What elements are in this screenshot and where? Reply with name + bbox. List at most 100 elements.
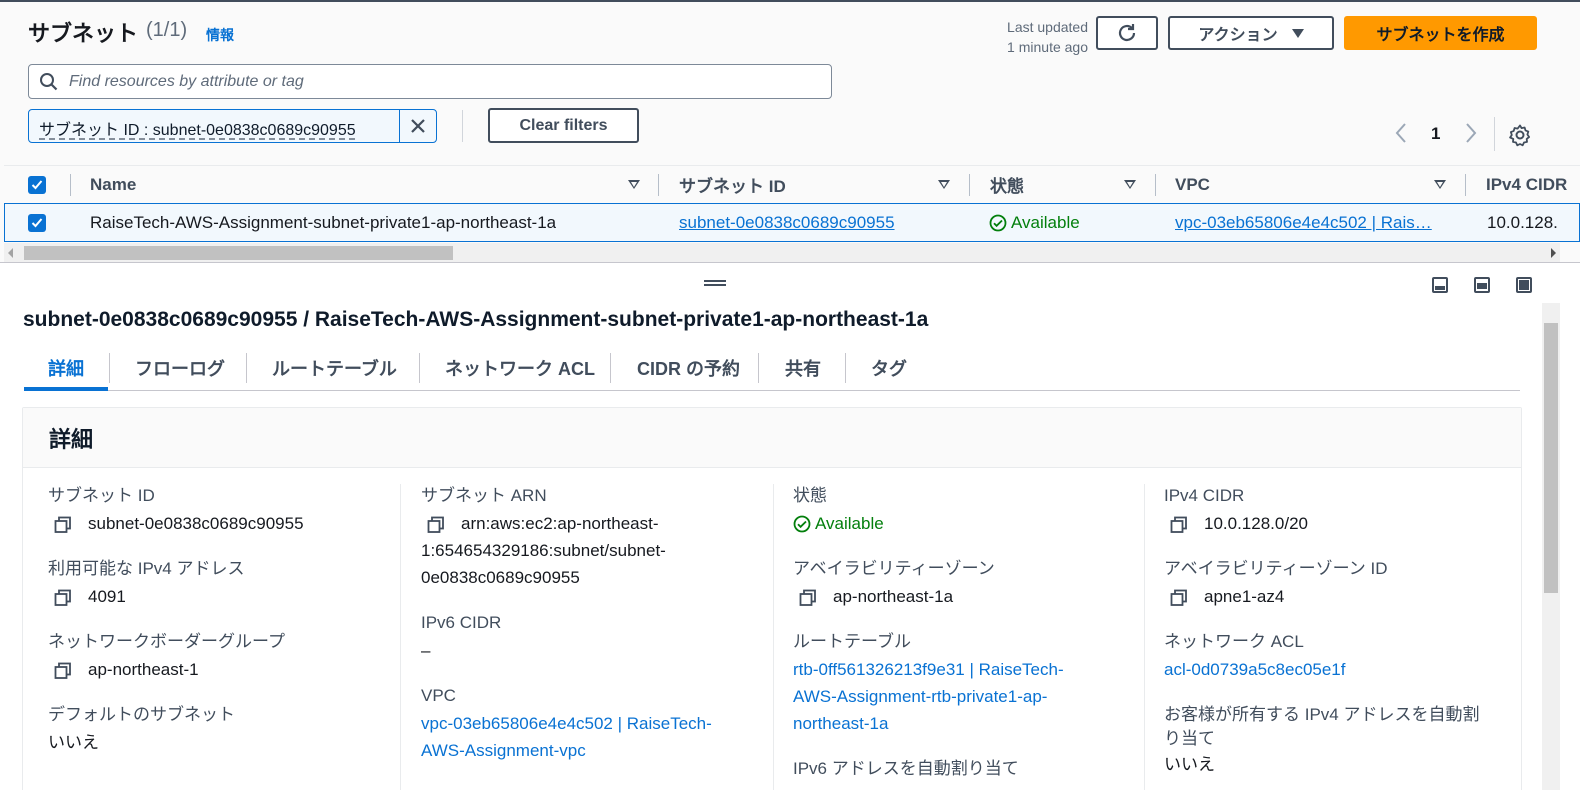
filter-token[interactable]: サブネット ID : subnet-0e0838c0689c90955 (28, 109, 437, 143)
create-subnet-button[interactable]: サブネットを作成 (1344, 16, 1537, 50)
table-header: Name サブネット ID 状態 VPC IPv4 CIDR (4, 165, 1580, 203)
divider (400, 484, 401, 790)
scrollbar-thumb[interactable] (1544, 323, 1558, 593)
row-checkbox[interactable] (28, 204, 46, 241)
ipv4-cidr-label: IPv4 CIDR (1164, 486, 1245, 505)
network-acl-label: ネットワーク ACL (1164, 632, 1304, 651)
subnet-arn-line-3: 0e0838c0689c90955 (421, 568, 580, 587)
remove-filter-button[interactable] (399, 110, 436, 142)
layout-full-icon[interactable] (1516, 277, 1532, 293)
tab-cidr-reservations[interactable]: CIDR の予約 (637, 345, 740, 391)
route-table-link-line-3[interactable]: northeast-1a (793, 710, 1143, 737)
scroll-right-icon[interactable] (1551, 248, 1556, 258)
route-table-link[interactable]: rtb-0ff561326213f9e31 | RaiseTech- (793, 656, 1143, 683)
availability-zone-id-text: apne1-az4 (1204, 587, 1285, 606)
divider (773, 484, 774, 790)
row-ipv4-cidr: 10.0.128. (1487, 212, 1558, 232)
actions-dropdown[interactable]: アクション (1168, 16, 1334, 50)
copy-icon[interactable] (54, 589, 72, 607)
vpc-link[interactable]: vpc-03eb65806e4e4c502 | RaiseTech- (421, 710, 771, 737)
horizontal-scrollbar[interactable] (4, 243, 1560, 262)
scrollbar-thumb[interactable] (24, 246, 453, 260)
subnet-id-value: subnet-0e0838c0689c90955 (48, 510, 398, 537)
column-header-state[interactable]: 状態 (990, 166, 1024, 203)
resize-handle[interactable] (704, 280, 726, 286)
layout-bottom-icon[interactable] (1432, 277, 1448, 293)
tab-details[interactable]: 詳細 (24, 345, 108, 391)
chevron-right-icon[interactable] (1464, 122, 1478, 149)
sort-icon[interactable] (1434, 180, 1446, 189)
availability-zone-id-label: アベイラビリティーゾーン ID (1164, 559, 1388, 578)
owned-ipv4-auto-assign-label: お客様が所有する IPv4 アドレスを自動割 (1164, 705, 1480, 724)
column-header-name[interactable]: Name (90, 166, 136, 203)
ipv4-cidr-text: 10.0.128.0/20 (1204, 514, 1308, 533)
last-updated: Last updated 1 minute ago (1007, 17, 1088, 57)
info-link[interactable]: 情報 (206, 25, 234, 45)
sort-icon[interactable] (1124, 180, 1136, 189)
copy-icon[interactable] (54, 662, 72, 680)
search-placeholder: Find resources by attribute or tag (69, 73, 304, 90)
actions-label: アクション (1198, 27, 1278, 44)
vpc-link-line-2[interactable]: AWS-Assignment-vpc (421, 737, 771, 764)
ipv6-cidr-value: – (421, 641, 431, 660)
divider (1144, 484, 1145, 790)
tab-sharing[interactable]: 共有 (785, 345, 821, 391)
sort-icon[interactable] (628, 180, 640, 189)
tab-tags[interactable]: タグ (871, 345, 907, 391)
details-column-4: IPv4 CIDR 10.0.128.0/20 アベイラビリティーゾーン ID … (1164, 484, 1514, 790)
column-header-subnet-id[interactable]: サブネット ID (679, 166, 786, 203)
copy-icon[interactable] (54, 516, 72, 534)
copy-icon[interactable] (1170, 589, 1188, 607)
available-ipv4-value: 4091 (48, 583, 398, 610)
chevron-left-icon[interactable] (1394, 122, 1408, 149)
divider (462, 110, 463, 142)
select-all-checkbox[interactable] (28, 166, 46, 203)
tab-network-acl[interactable]: ネットワーク ACL (445, 345, 595, 391)
scroll-left-icon[interactable] (8, 248, 13, 258)
tab-flow-logs[interactable]: フローログ (135, 345, 225, 391)
copy-icon[interactable] (427, 516, 445, 534)
subnet-arn-line-2: 1:654654329186:subnet/subnet- (421, 541, 666, 560)
table-row[interactable]: RaiseTech-AWS-Assignment-subnet-private1… (4, 203, 1580, 242)
row-subnet-id-link[interactable]: subnet-0e0838c0689c90955 (679, 204, 895, 241)
subnet-arn-value: arn:aws:ec2:ap-northeast- (421, 510, 771, 537)
state-text: Available (815, 514, 884, 533)
subnet-arn-label: サブネット ARN (421, 486, 547, 505)
available-ipv4-text: 4091 (88, 587, 126, 606)
network-acl-link[interactable]: acl-0d0739a5c8ec05e1f (1164, 656, 1514, 683)
subnets-list-panel: サブネット (1/1) 情報 Last updated 1 minute ago… (0, 0, 1580, 262)
details-card: 詳細 サブネット ID subnet-0e0838c0689c90955 利用可… (22, 407, 1522, 790)
sort-icon[interactable] (938, 180, 950, 189)
route-table-link-line-2[interactable]: AWS-Assignment-rtb-private1-ap- (793, 683, 1143, 710)
caret-down-icon (1291, 28, 1304, 38)
copy-icon[interactable] (799, 589, 817, 607)
subnet-detail-panel: subnet-0e0838c0689c90955 / RaiseTech-AWS… (0, 262, 1580, 790)
divider (1465, 174, 1466, 196)
vpc-label: VPC (421, 686, 456, 705)
ipv6-cidr-label: IPv6 CIDR (421, 613, 502, 632)
clear-filters-button[interactable]: Clear filters (488, 108, 639, 143)
column-header-ipv4-cidr[interactable]: IPv4 CIDR (1486, 166, 1580, 203)
gear-icon[interactable] (1508, 123, 1532, 147)
available-ipv4-label: 利用可能な IPv4 アドレス (48, 559, 245, 578)
vertical-scrollbar[interactable] (1542, 303, 1560, 790)
availability-zone-id-value: apne1-az4 (1164, 583, 1514, 610)
refresh-button[interactable] (1096, 16, 1158, 50)
filter-token-label[interactable]: サブネット ID : subnet-0e0838c0689c90955 (39, 116, 356, 140)
state-label: 状態 (793, 486, 827, 505)
search-input[interactable]: Find resources by attribute or tag (28, 64, 832, 99)
details-column-2: サブネット ARN arn:aws:ec2:ap-northeast- 1:65… (421, 484, 771, 784)
details-column-3: 状態 Available アベイラビリティーゾーン ap-northeast-1… (793, 484, 1143, 790)
column-header-vpc[interactable]: VPC (1175, 166, 1210, 203)
availability-zone-label: アベイラビリティーゾーン (793, 559, 995, 578)
availability-zone-value: ap-northeast-1a (793, 583, 1143, 610)
tab-route-table[interactable]: ルートテーブル (272, 345, 397, 391)
default-subnet-value: いいえ (48, 733, 99, 752)
copy-icon[interactable] (1170, 516, 1188, 534)
page-number[interactable]: 1 (1431, 124, 1440, 144)
layout-side-icon[interactable] (1474, 277, 1490, 293)
detail-tabs: 詳細 フローログ ルートテーブル ネットワーク ACL CIDR の予約 共有 … (24, 345, 1520, 391)
search-icon (40, 73, 58, 91)
row-vpc-link[interactable]: vpc-03eb65806e4e4c502 | Rais… (1175, 204, 1445, 241)
divider (1155, 174, 1156, 196)
